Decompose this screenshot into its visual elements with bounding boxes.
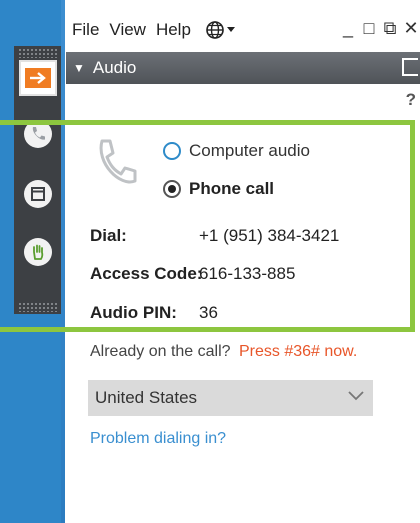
maximize-button[interactable]: □ [360, 18, 378, 39]
computer-audio-radio[interactable] [163, 142, 181, 160]
press-code-instruction: Press #36# now. [238, 343, 358, 360]
help-icon[interactable]: ? [406, 90, 416, 110]
dial-label: Dial: [90, 226, 127, 245]
country-select-value: United States [95, 388, 198, 407]
language-menu[interactable] [205, 20, 235, 40]
grip-dots [18, 48, 57, 58]
window-icon [24, 180, 52, 208]
access-code-value: 616-133-885 [199, 264, 296, 283]
minimize-button[interactable]: _ [339, 18, 357, 39]
phone-call-option[interactable]: Phone call [163, 179, 274, 199]
dial-number: +1 (951) 384-3421 [199, 226, 340, 245]
hand-icon [24, 238, 52, 266]
computer-audio-label: Computer audio [189, 141, 310, 160]
audio-panel-title: Audio [92, 58, 137, 77]
toolbar-button-raise-hand[interactable] [19, 234, 57, 270]
restore-button[interactable]: ⧉ [381, 18, 399, 39]
toolbar-button-audio[interactable] [19, 116, 57, 152]
dropdown-arrow-icon [226, 27, 235, 32]
menu-file[interactable]: File [72, 20, 99, 40]
close-button[interactable]: ✕ [402, 18, 420, 39]
computer-audio-option[interactable]: Computer audio [163, 141, 310, 161]
already-on-call-text: Already on the call? [90, 343, 231, 360]
audio-pin-value: 36 [199, 303, 218, 322]
access-code-label: Access Code: [90, 264, 203, 283]
problem-dialing-link[interactable]: Problem dialing in? [90, 430, 226, 448]
window-border [61, 0, 65, 523]
already-on-call: Already on the call? Press #36# now. [90, 343, 357, 361]
phone-call-radio[interactable] [163, 180, 181, 198]
window-controls: _ □ ⧉ ✕ [339, 18, 420, 39]
collapse-triangle-icon: ▼ [73, 61, 85, 75]
phone-large-icon [92, 137, 140, 200]
globe-icon [206, 21, 224, 39]
audio-panel-header[interactable]: ▼ Audio [66, 52, 420, 84]
arrow-right-icon [25, 68, 51, 88]
audio-pin-label: Audio PIN: [90, 303, 177, 322]
menu-help[interactable]: Help [156, 20, 191, 40]
toolbar-button-exit[interactable] [19, 60, 57, 96]
grip-dots [18, 302, 57, 312]
menu-view[interactable]: View [109, 20, 146, 40]
popout-icon[interactable] [402, 58, 418, 76]
side-toolbar [14, 46, 61, 314]
menu-bar: File View Help _ □ ⧉ ✕ [66, 10, 420, 50]
screen: File View Help _ □ ⧉ ✕ ▼ Audio ? Compute… [0, 0, 420, 523]
phone-icon [24, 120, 52, 148]
phone-call-label: Phone call [189, 179, 275, 198]
country-select[interactable]: United States [88, 380, 373, 416]
chevron-down-icon [348, 391, 364, 401]
toolbar-button-screen[interactable] [19, 176, 57, 212]
